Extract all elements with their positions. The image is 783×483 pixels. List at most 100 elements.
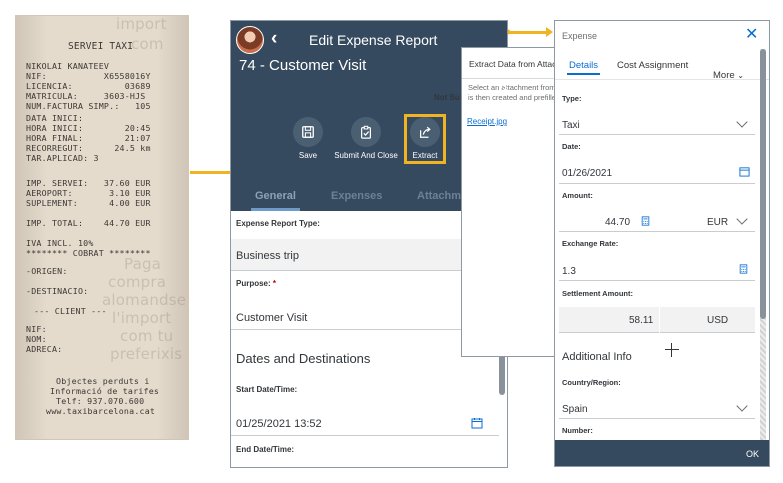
calculator-icon[interactable] xyxy=(739,264,748,274)
crosshair-cursor-icon xyxy=(665,343,679,357)
clipboard-check-icon xyxy=(351,117,381,147)
save-icon xyxy=(293,117,323,147)
currency-select[interactable]: EUR xyxy=(707,217,728,228)
receipt-footer-line: Telf: 937.070.600 xyxy=(56,396,145,406)
calendar-icon[interactable] xyxy=(739,166,750,177)
extract-description: is then created and prefilled. xyxy=(468,93,556,102)
receipt-amount: SUPLEMENT: 4.00 EUR xyxy=(26,198,151,208)
settlement-amount-label: Settlement Amount: xyxy=(562,289,633,298)
chevron-down-icon[interactable] xyxy=(736,116,748,128)
receipt-attachment-link[interactable]: Receipt.jpg xyxy=(467,117,507,126)
expense-report-type-value: Business trip xyxy=(236,250,299,262)
receipt-cobrat: ******** COBRAT ******** xyxy=(26,248,151,258)
phone-scrollbar[interactable] xyxy=(499,351,505,395)
report-name: 74 - Customer Visit xyxy=(239,57,367,74)
calculator-icon[interactable] xyxy=(641,216,650,226)
start-date-label: Start Date/Time: xyxy=(236,385,298,394)
extract-dialog-title: Extract Data from Attachment xyxy=(469,59,556,69)
receipt-client-line: ADRECA: xyxy=(26,344,63,354)
receipt-footer-line: Objectes perduts i xyxy=(56,376,150,386)
receipt-line: DATA INICI: xyxy=(26,113,84,123)
receipt-line: HORA FINAL: 21:07 xyxy=(26,133,151,143)
receipt-watermark: com tu xyxy=(120,327,174,345)
back-arrow-icon[interactable]: ‹ xyxy=(271,29,285,48)
receipt-watermark: com xyxy=(131,35,164,53)
ok-button[interactable]: OK xyxy=(746,449,759,459)
number-label: Number: xyxy=(562,426,593,435)
receipt-line: NIF: X6558016Y xyxy=(26,71,151,81)
settlement-currency-value: USD xyxy=(707,315,729,326)
tab-cost-assignment[interactable]: Cost Assignment xyxy=(617,60,688,71)
receipt-line: RECORREGUT: 24.5 km xyxy=(26,143,151,153)
receipt-client: --- CLIENT --- xyxy=(34,306,107,316)
receipt-line: LICENCIA: 03689 xyxy=(26,81,151,91)
receipt-watermark: l'import xyxy=(112,309,172,327)
amount-label: Amount: xyxy=(562,191,593,200)
type-select[interactable]: Taxi xyxy=(562,120,580,131)
receipt-footer-line: www.taxibarcelona.cat xyxy=(46,406,156,416)
country-underline xyxy=(559,418,755,419)
start-date-underline xyxy=(231,435,499,436)
exchange-rate-label: Exchange Rate: xyxy=(562,239,619,248)
expense-footer-bar: OK xyxy=(555,440,769,466)
dialog-separator xyxy=(462,78,555,79)
exchange-rate-input[interactable]: 1.3 xyxy=(562,266,576,277)
exchange-rate-underline xyxy=(559,280,755,281)
required-marker: * xyxy=(272,279,277,288)
page-title: Edit Expense Report xyxy=(309,32,438,48)
type-underline xyxy=(559,134,755,135)
tab-divider xyxy=(555,79,769,80)
receipt-watermark: alomandse xyxy=(102,291,187,309)
header-overflow-text: Not Su xyxy=(434,93,460,102)
additional-info-section-title: Additional Info xyxy=(562,351,632,363)
tab-general[interactable]: General xyxy=(251,190,300,211)
screenshot-stage: import com Paga compra alomandse l'impor… xyxy=(0,0,783,483)
extract-description: Select an attachment from which the expe… xyxy=(468,83,556,92)
receipt-footer-line: Informació de tarifes xyxy=(50,386,160,396)
chevron-down-icon[interactable] xyxy=(736,213,748,225)
date-input[interactable]: 01/26/2021 xyxy=(562,168,612,179)
amount-input[interactable]: 44.70 xyxy=(605,217,630,228)
start-date-input[interactable]: 01/25/2021 13:52 xyxy=(236,418,322,430)
receipt-watermark: Paga xyxy=(124,255,162,273)
purpose-label: Purpose: * xyxy=(236,279,277,288)
purpose-input[interactable]: Customer Visit xyxy=(236,312,307,324)
scrollbar-thumb[interactable] xyxy=(760,49,766,319)
tab-expenses[interactable]: Expenses xyxy=(331,190,382,202)
date-label: Date: xyxy=(562,142,581,151)
receipt-header: SERVEI TAXI xyxy=(68,41,134,52)
avatar[interactable] xyxy=(236,26,264,54)
expense-detail-panel: Expense ✕ Details Cost Assignment More ⌄… xyxy=(554,20,770,467)
receipt-line: NIKOLAI KANATEEV xyxy=(26,61,110,71)
tab-details[interactable]: Details xyxy=(566,60,601,75)
close-icon[interactable]: ✕ xyxy=(745,27,758,43)
arrow-receipt-to-app xyxy=(190,167,238,177)
receipt-amount: AEROPORT: 3.10 EUR xyxy=(26,188,151,198)
extract-data-dialog: Extract Data from Attachment Select an a… xyxy=(461,47,556,357)
receipt-line: TAR.APLICAD: 3 xyxy=(26,153,99,163)
amount-underline xyxy=(559,231,755,232)
expense-title: Expense xyxy=(562,31,598,41)
receipt-line: MATRICULA: 3603-HJS xyxy=(26,91,146,101)
receipt-total: IMP. TOTAL: 44.70 EUR xyxy=(26,218,151,228)
receipt-watermark: import xyxy=(116,15,167,33)
receipt-origen: -ORIGEN: xyxy=(26,266,68,276)
receipt-client-line: NIF: xyxy=(26,324,47,334)
type-label: Type: xyxy=(562,94,582,103)
date-underline xyxy=(559,183,755,184)
settlement-divider xyxy=(659,307,660,333)
extract-highlight-box xyxy=(404,114,446,164)
receipt-line: HORA INICI: 20:45 xyxy=(26,123,151,133)
header-overflow-text: S xyxy=(503,83,509,92)
submit-and-close-label: Submit And Close xyxy=(334,151,398,160)
receipt-amount: IMP. SERVEI: 37.60 EUR xyxy=(26,178,151,188)
country-select[interactable]: Spain xyxy=(562,404,588,415)
taxi-receipt-photo: import com Paga compra alomandse l'impor… xyxy=(15,15,189,440)
end-date-label: End Date/Time: xyxy=(236,445,295,454)
expense-report-type-label: Expense Report Type: xyxy=(236,219,320,228)
calendar-icon[interactable] xyxy=(471,417,483,429)
purpose-underline xyxy=(231,329,499,330)
receipt-vat: IVA INCL. 10% xyxy=(26,238,94,248)
receipt-client-line: NOM: xyxy=(26,334,47,344)
chevron-down-icon[interactable] xyxy=(736,400,748,412)
